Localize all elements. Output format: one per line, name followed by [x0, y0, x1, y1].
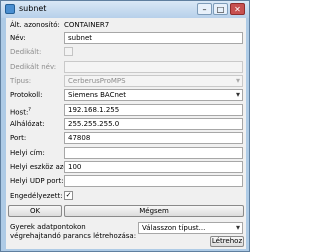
child-task-label-line1: Gyerek adatpontokon — [10, 223, 86, 231]
alt-id-value: CONTAINER7 — [64, 21, 110, 29]
protocol-label: Protokoll: — [10, 91, 43, 99]
local-udp-port-label: Helyi UDP port: — [10, 177, 64, 185]
enabled-label: Engedélyezett: — [10, 192, 63, 200]
local-device-id-field[interactable]: 100 — [64, 161, 243, 173]
dedicated-checkbox[interactable] — [64, 47, 73, 56]
maximize-icon[interactable]: □ — [213, 3, 228, 15]
local-address-label: Helyi cím: — [10, 149, 45, 157]
type-label: Típus: — [10, 77, 32, 85]
window-title: subnet — [19, 4, 47, 13]
host-field[interactable]: 192.168.1.255 — [64, 104, 243, 116]
dedicated-name-field[interactable] — [64, 61, 243, 73]
name-label: Név: — [10, 34, 26, 42]
host-label-text: Host: — [10, 108, 29, 117]
type-select[interactable]: CerberusProMPS — [64, 75, 243, 87]
port-field[interactable]: 47808 — [64, 132, 243, 144]
local-address-field[interactable] — [64, 147, 243, 159]
local-udp-port-field[interactable] — [64, 175, 243, 187]
cancel-button[interactable]: Mégsem — [64, 205, 244, 217]
dialog-body: Ált. azonosító: CONTAINER7 Név: subnet D… — [6, 18, 246, 249]
child-command-type-select[interactable]: Válasszon típust... — [138, 222, 243, 234]
title-bar[interactable]: subnet – □ ✕ — [1, 1, 249, 18]
dedicated-label: Dedikált: — [10, 48, 42, 56]
enabled-checkbox[interactable]: ✓ — [64, 191, 73, 200]
close-icon[interactable]: ✕ — [230, 3, 245, 15]
minimize-icon[interactable]: – — [197, 3, 212, 15]
alt-id-label: Ált. azonosító: — [10, 21, 60, 29]
help-icon[interactable]: ? — [28, 107, 31, 113]
protocol-select[interactable]: Siemens BACnet — [64, 89, 243, 101]
host-label: Host:? — [10, 106, 31, 117]
dialog-window: subnet – □ ✕ Ált. azonosító: CONTAINER7 … — [0, 0, 250, 252]
subnet-label: Alhálózat: — [10, 120, 45, 128]
subnet-field[interactable]: 255.255.255.0 — [64, 118, 243, 130]
name-field[interactable]: subnet — [64, 32, 243, 44]
dedicated-name-label: Dedikált név: — [10, 63, 57, 71]
create-button[interactable]: Létrehoz — [210, 236, 244, 247]
port-label: Port: — [10, 134, 27, 142]
child-task-label-line2: végrehajtandó parancs létrehozása: — [10, 232, 137, 240]
app-icon — [5, 4, 15, 14]
ok-button[interactable]: OK — [8, 205, 62, 217]
